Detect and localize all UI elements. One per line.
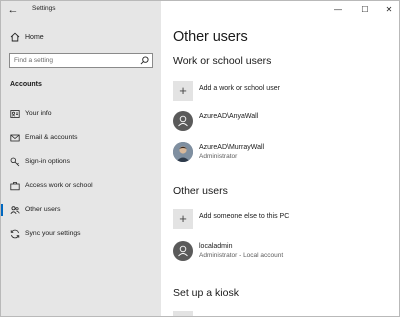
briefcase-icon (10, 182, 20, 191)
people-icon (10, 206, 20, 215)
user-photo-avatar (173, 142, 193, 162)
settings-window: ← Settings Home Accounts Your info (0, 0, 400, 317)
back-arrow-icon[interactable]: ← (6, 3, 20, 17)
add-someone-else-label: Add someone else to this PC (199, 213, 290, 220)
sidebar-item-label: Access work or school (25, 182, 93, 189)
sidebar: ← Settings Home Accounts Your info (1, 1, 161, 316)
user-name: localadmin (199, 243, 233, 250)
section-title: Accounts (10, 81, 42, 88)
user-name: AzureAD\MurrayWall (199, 144, 265, 151)
sidebar-item-email-accounts[interactable]: Email & accounts (1, 129, 161, 147)
app-title: Settings (32, 5, 56, 12)
sidebar-item-access-work-school[interactable]: Access work or school (1, 177, 161, 195)
main-content: Other users Work or school users + Add a… (173, 1, 397, 316)
user-row-localadmin[interactable]: localadmin Administrator - Local account (173, 241, 397, 265)
search-input[interactable] (10, 54, 138, 67)
sidebar-item-label: Sign-in options (25, 158, 70, 165)
user-row-murraywall[interactable]: AzureAD\MurrayWall Administrator (173, 142, 397, 166)
sidebar-item-sign-in-options[interactable]: Sign-in options (1, 153, 161, 171)
home-label: Home (25, 34, 44, 41)
user-row-anyawall[interactable]: AzureAD\AnyaWall (173, 111, 397, 135)
search-box[interactable] (9, 53, 153, 68)
key-icon (10, 157, 20, 167)
page-title: Other users (173, 29, 248, 45)
kiosk-tile[interactable] (173, 311, 193, 316)
add-work-school-user-button[interactable]: + Add a work or school user (173, 81, 397, 103)
sidebar-item-label: Email & accounts (25, 134, 78, 141)
home-icon (10, 32, 20, 42)
plus-icon: + (179, 211, 187, 226)
search-icon[interactable] (140, 56, 149, 65)
add-tile: + (173, 209, 193, 229)
add-someone-else-button[interactable]: + Add someone else to this PC (173, 209, 397, 231)
sidebar-item-your-info[interactable]: Your info (1, 105, 161, 123)
sidebar-item-other-users[interactable]: Other users (1, 201, 161, 219)
sidebar-item-label: Other users (25, 206, 61, 213)
user-role: Administrator (199, 153, 238, 160)
user-avatar-icon (173, 241, 193, 261)
user-avatar-icon (173, 111, 193, 131)
user-name: AzureAD\AnyaWall (199, 113, 259, 120)
plus-icon: + (179, 83, 187, 98)
title-bar: ← Settings (1, 1, 161, 19)
sidebar-item-label: Sync your settings (25, 230, 81, 237)
user-role: Administrator - Local account (199, 252, 284, 259)
sidebar-item-label: Your info (25, 110, 52, 117)
person-card-icon (10, 110, 20, 118)
work-school-heading: Work or school users (173, 55, 272, 67)
add-tile: + (173, 81, 193, 101)
kiosk-heading: Set up a kiosk (173, 287, 239, 299)
add-work-school-user-label: Add a work or school user (199, 85, 280, 92)
other-users-heading: Other users (173, 185, 228, 197)
mail-icon (10, 134, 20, 142)
home-link[interactable]: Home (1, 30, 161, 46)
sidebar-item-sync-settings[interactable]: Sync your settings (1, 225, 161, 243)
sync-icon (10, 229, 20, 239)
